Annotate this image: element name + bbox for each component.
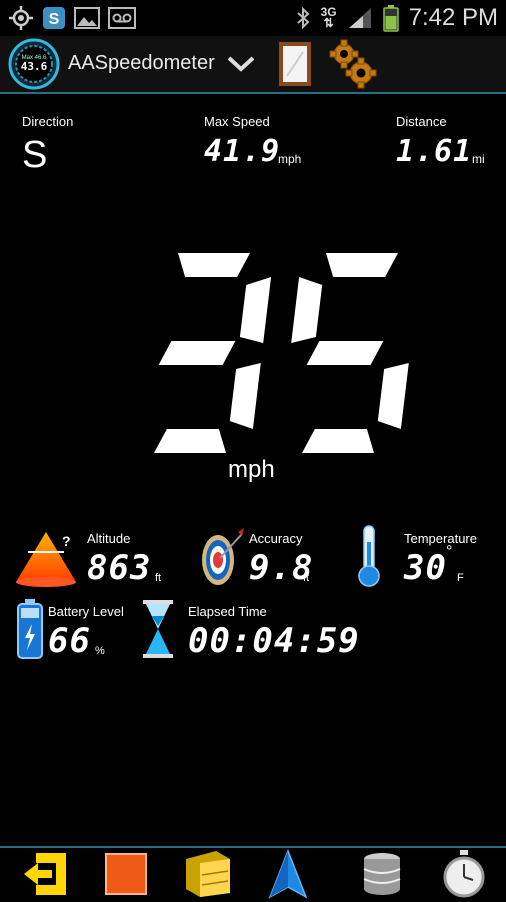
svg-text:?: ? <box>62 533 71 549</box>
exit-button[interactable] <box>18 848 70 900</box>
temperature-label: Temperature <box>404 531 477 546</box>
speed-segment-g <box>158 341 236 365</box>
battery-icon <box>382 5 399 32</box>
elapsed-value: 00:04:59 <box>188 621 360 661</box>
temperature-value: 30 <box>404 548 447 588</box>
speed-segment-d <box>302 429 374 453</box>
voicemail-icon <box>108 7 136 29</box>
elapsed-label: Elapsed Time <box>188 604 267 619</box>
stop-icon <box>105 853 147 895</box>
speed-segment-a <box>326 253 398 277</box>
max-speed-unit: mph <box>278 152 302 166</box>
max-speed-value: 41.9 <box>204 134 281 169</box>
skype-icon: S <box>43 7 65 29</box>
log-folder-icon <box>186 851 230 897</box>
battery-value: 66 <box>48 621 91 661</box>
network-type: 3G ⇅ <box>320 5 337 30</box>
speed-segment-f <box>291 277 323 343</box>
stopwatch-button[interactable] <box>438 848 490 900</box>
hud-mirror-icon[interactable] <box>277 40 313 88</box>
distance-unit: mi <box>472 152 485 166</box>
settings-gears-icon[interactable] <box>328 38 378 90</box>
speed-segment-d <box>154 429 226 453</box>
battery-label: Battery Level <box>48 604 124 619</box>
thermometer-icon <box>358 525 380 587</box>
distance-value: 1.61 <box>396 134 473 169</box>
altitude-value: 863 <box>87 548 152 588</box>
bluetooth-icon <box>296 6 310 30</box>
distance-label: Distance <box>396 114 447 129</box>
speed-unit: mph <box>228 456 275 483</box>
status-icons-right: 3G ⇅ 7:42 PM <box>295 2 498 34</box>
accuracy-target-icon <box>202 528 244 585</box>
log-folder-button[interactable] <box>182 848 234 900</box>
altitude-label: Altitude <box>87 531 131 546</box>
database-button[interactable] <box>356 848 408 900</box>
speed-display <box>110 250 410 456</box>
navigation-arrow-icon <box>268 849 308 899</box>
database-icon <box>363 853 401 895</box>
temperature-unit: F <box>457 572 464 584</box>
status-time: 7:42 PM <box>408 4 498 31</box>
accuracy-label: Accuracy <box>249 531 303 546</box>
direction-label: Direction <box>22 114 74 129</box>
speed-segment-g <box>306 341 384 365</box>
speed-segment-c <box>229 363 261 429</box>
stop-button[interactable] <box>100 848 152 900</box>
battery-level-icon <box>17 599 43 659</box>
altitude-icon: ? <box>16 532 76 587</box>
altitude-unit: ft <box>155 572 162 584</box>
app-title: AASpeedometer <box>68 52 215 74</box>
stopwatch-icon <box>443 850 485 898</box>
speed-digit <box>154 253 272 453</box>
speed-digits <box>154 253 409 453</box>
svg-text:43.6: 43.6 <box>21 60 48 73</box>
exit-icon <box>24 853 66 895</box>
speed-segment-c <box>377 363 409 429</box>
gps-icon <box>9 6 33 30</box>
speed-digit <box>291 253 409 453</box>
speed-segment-b <box>239 277 272 343</box>
app-logo-icon[interactable]: Max 46.6 43.6 <box>6 38 62 90</box>
speed-segment-a <box>178 253 250 277</box>
status-icons-left: S <box>8 5 136 31</box>
temperature-degree: ° <box>446 543 453 560</box>
svg-text:S: S <box>49 11 60 28</box>
direction-value: S <box>22 134 48 176</box>
max-speed-label: Max Speed <box>204 114 270 129</box>
accuracy-unit: ft <box>303 572 310 584</box>
hourglass-icon <box>143 600 173 658</box>
battery-unit: % <box>95 645 105 657</box>
chevron-down-icon[interactable] <box>226 54 256 74</box>
bottom-toolbar <box>0 846 506 902</box>
navigation-button[interactable] <box>262 848 314 900</box>
gallery-icon <box>74 7 100 29</box>
signal-icon <box>348 8 371 28</box>
